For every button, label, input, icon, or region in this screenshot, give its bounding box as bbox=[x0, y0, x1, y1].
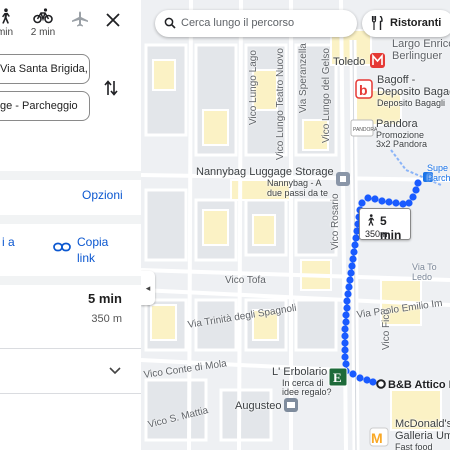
street-vico-lungo-gelso: Vico Lungo del Gelso bbox=[321, 48, 332, 143]
travel-modes: min 2 min bbox=[0, 0, 141, 50]
section-divider bbox=[0, 348, 141, 349]
copy-link-label-1: Copia bbox=[77, 235, 109, 249]
place-nannybag-3: due passi da te bbox=[267, 188, 329, 198]
svg-text:PANDORA: PANDORA bbox=[353, 127, 378, 133]
place-largo-1: Largo Enrico bbox=[392, 38, 450, 50]
place-nannybag-2: Nannybag - A bbox=[267, 178, 322, 188]
place-mcdonalds-2: Galleria Um bbox=[395, 430, 450, 442]
place-pandora-1[interactable]: Pandora bbox=[376, 118, 418, 130]
place-bagoff-2: Deposito Bagag bbox=[377, 86, 450, 98]
street-vico-rosario: Vico Rosario bbox=[330, 193, 341, 250]
link-icon bbox=[53, 242, 71, 252]
options-button[interactable]: Opzioni bbox=[82, 188, 123, 202]
place-pandora-3: 3x2 Pandora bbox=[376, 139, 428, 149]
origin-field[interactable]: Via Santa Brigida, bbox=[0, 54, 90, 84]
street-vico-fico: Vico Fico bbox=[381, 309, 392, 350]
place-bnb-destination[interactable]: B&B Attico P bbox=[388, 379, 450, 391]
svg-text:M: M bbox=[371, 430, 383, 446]
place-mcdonalds-1[interactable]: McDonald's bbox=[395, 418, 450, 430]
route-distance: 350 m bbox=[91, 313, 122, 325]
section-divider bbox=[0, 171, 141, 180]
walk-icon bbox=[2, 8, 10, 24]
place-erbolario-3: idee regalo? bbox=[282, 387, 332, 397]
place-super-2: Parch bbox=[427, 173, 450, 183]
search-placeholder: Cerca lungo il percorso bbox=[181, 17, 295, 29]
search-icon bbox=[164, 17, 176, 29]
section-divider bbox=[0, 215, 141, 224]
flight-icon bbox=[72, 11, 88, 27]
svg-text:E: E bbox=[333, 370, 342, 385]
place-erbolario-1[interactable]: L' Erbolario bbox=[272, 366, 327, 378]
place-augusteo[interactable]: Augusteo bbox=[235, 400, 281, 412]
mode-bike-label: 2 min bbox=[30, 27, 56, 38]
place-super-1[interactable]: Supe bbox=[427, 163, 448, 173]
mode-flight-button[interactable] bbox=[65, 11, 95, 30]
swap-directions-icon[interactable] bbox=[103, 79, 119, 97]
bike-icon bbox=[33, 8, 53, 24]
street-via-speranzella: Via Speranzella bbox=[298, 43, 309, 113]
place-bagoff-1[interactable]: Bagoff - bbox=[377, 74, 415, 86]
restaurant-icon bbox=[371, 16, 383, 30]
place-bagoff-3: Deposito Bagagli bbox=[377, 98, 446, 108]
street-vico-lungo-lago: Vico Lungo Lago bbox=[248, 50, 259, 125]
restaurants-chip[interactable]: Ristoranti bbox=[362, 10, 450, 37]
route-time-callout[interactable]: 5 min 350m bbox=[359, 208, 411, 242]
place-largo-2: Berlinguer bbox=[392, 50, 443, 62]
copy-link-label-2: link bbox=[77, 251, 96, 265]
collapse-panel-button[interactable]: ◂ bbox=[141, 271, 155, 305]
place-toledo[interactable]: Toledo bbox=[333, 56, 365, 68]
restaurants-label: Ristoranti bbox=[390, 17, 442, 29]
directions-panel: min 2 min Via Santa Brigida, ge - Parche… bbox=[0, 0, 141, 450]
place-via-to: Via To bbox=[412, 262, 437, 272]
place-nannybag-1[interactable]: Nannybag Luggage Storage bbox=[196, 166, 334, 178]
svg-text:b: b bbox=[359, 82, 368, 98]
mode-walk-button[interactable]: min bbox=[0, 8, 20, 38]
street-vico-tofa: Vico Tofa bbox=[225, 275, 266, 286]
callout-distance: 350m bbox=[365, 229, 388, 239]
destination-field[interactable]: ge - Parcheggio bbox=[0, 91, 90, 121]
chevron-down-icon[interactable] bbox=[108, 366, 122, 376]
copy-link-button[interactable]: Copia link bbox=[77, 234, 137, 266]
mode-bike-button[interactable]: 2 min bbox=[28, 8, 58, 38]
street-vico-lungo-teatro: Vico Lungo Teatro Nuovo bbox=[275, 48, 286, 160]
route-duration: 5 min bbox=[88, 291, 122, 306]
search-along-route[interactable]: Cerca lungo il percorso bbox=[155, 10, 357, 37]
close-icon[interactable] bbox=[102, 9, 124, 31]
send-to-device-button[interactable]: i a bbox=[2, 235, 15, 249]
place-mcdonalds-3: Fast food bbox=[395, 442, 433, 450]
walk-icon bbox=[368, 214, 375, 226]
mode-walk-label: min bbox=[0, 27, 14, 38]
place-ledo: Ledo bbox=[412, 272, 433, 282]
section-divider bbox=[0, 276, 141, 285]
map-canvas[interactable]: b PANDORA E M Vico Tofa Via Trinità degl… bbox=[141, 0, 450, 450]
section-divider bbox=[0, 393, 141, 394]
